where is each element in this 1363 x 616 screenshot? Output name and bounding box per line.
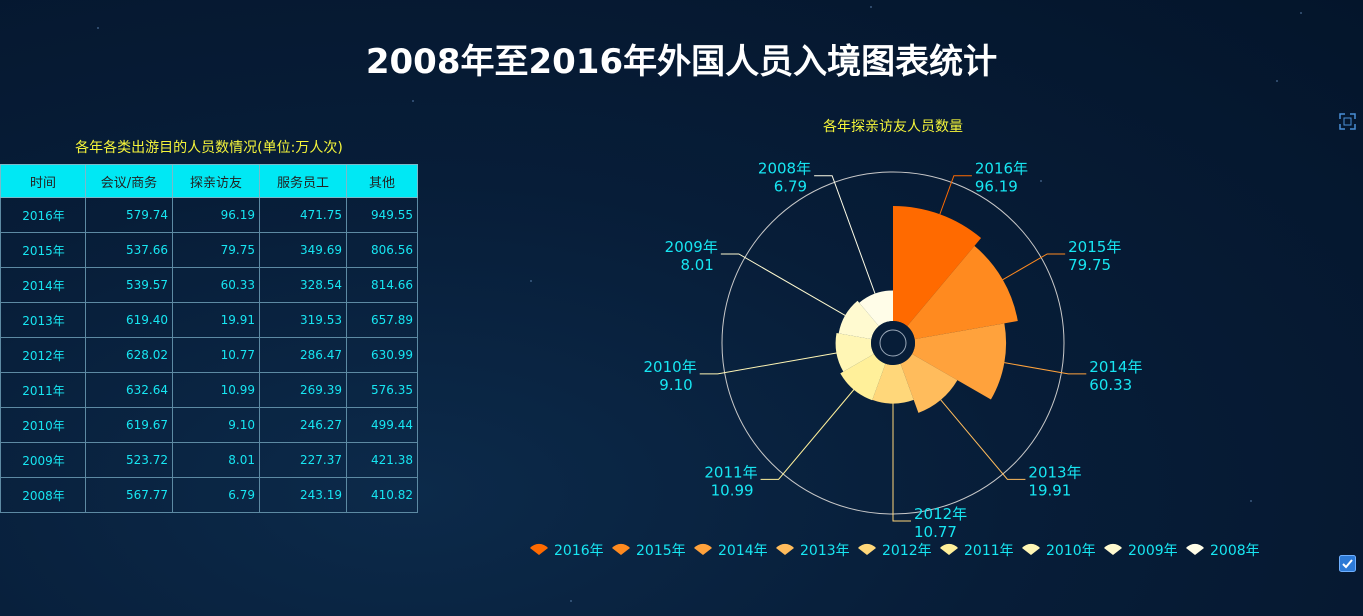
leader-line [939,175,972,215]
legend-label: 2016年 [554,543,604,559]
slice-label-value: 10.77 [914,523,957,541]
legend-item[interactable]: 2008年 [1186,543,1260,559]
legend-label: 2009年 [1128,543,1178,559]
checkbox-icon[interactable] [1339,555,1356,572]
legend-label: 2008年 [1210,543,1260,559]
legend-swatch-icon [1186,543,1204,555]
slice-label-category: 2012年 [914,505,967,523]
slice-label-category: 2009年 [665,238,718,256]
slice-label-value: 10.99 [711,481,754,499]
slice-label-category: 2015年 [1068,238,1121,256]
leader-line [814,175,876,294]
leader-line [720,253,846,316]
legend-swatch-icon [694,543,712,555]
slice-label-category: 2013年 [1028,463,1081,481]
legend-item[interactable]: 2015年 [612,543,686,559]
fullscreen-icon[interactable] [1339,113,1356,130]
legend-item[interactable]: 2016年 [530,543,604,559]
rose-chart: 各年探亲访友人员数量 2016年96.192015年79.752014年60.3… [530,119,1260,559]
legend-item[interactable]: 2010年 [1022,543,1096,559]
inner-hole [871,321,915,365]
slice-label-category: 2016年 [975,160,1028,178]
legend-swatch-icon [858,543,876,555]
legend-label: 2012年 [882,543,932,559]
legend-label: 2015年 [636,543,686,559]
legend-item[interactable]: 2013年 [776,543,850,559]
slice-label-value: 96.19 [975,178,1018,196]
legend-swatch-icon [776,543,794,555]
leader-line [940,399,1026,480]
slice-label-category: 2010年 [644,358,697,376]
legend-swatch-icon [1104,543,1122,555]
legend-label: 2013年 [800,543,850,559]
slice-label-category: 2008年 [758,160,811,178]
slice-label-value: 9.10 [659,376,692,394]
chart-title: 各年探亲访友人员数量 [823,119,963,135]
legend-label: 2010年 [1046,543,1096,559]
slice-label-value: 6.79 [774,178,807,196]
slice-label-value: 8.01 [680,256,713,274]
legend-label: 2011年 [964,543,1014,559]
legend-swatch-icon [530,543,548,555]
slice-label-value: 19.91 [1028,481,1071,499]
legend-item[interactable]: 2011年 [940,543,1014,559]
leader-line [892,403,911,522]
leader-line [1002,253,1066,281]
legend-item[interactable]: 2009年 [1104,543,1178,559]
legend-swatch-icon [1022,543,1040,555]
slice-label-category: 2014年 [1089,358,1142,376]
leader-line [1004,362,1087,375]
leader-line [699,352,837,375]
legend-item[interactable]: 2014年 [694,543,768,559]
legend-item[interactable]: 2012年 [858,543,932,559]
legend-swatch-icon [940,543,958,555]
legend-swatch-icon [612,543,630,555]
slice-label-value: 60.33 [1089,376,1132,394]
slice-label-value: 79.75 [1068,256,1111,274]
legend-label: 2014年 [718,543,768,559]
slice-label-category: 2011年 [704,463,757,481]
